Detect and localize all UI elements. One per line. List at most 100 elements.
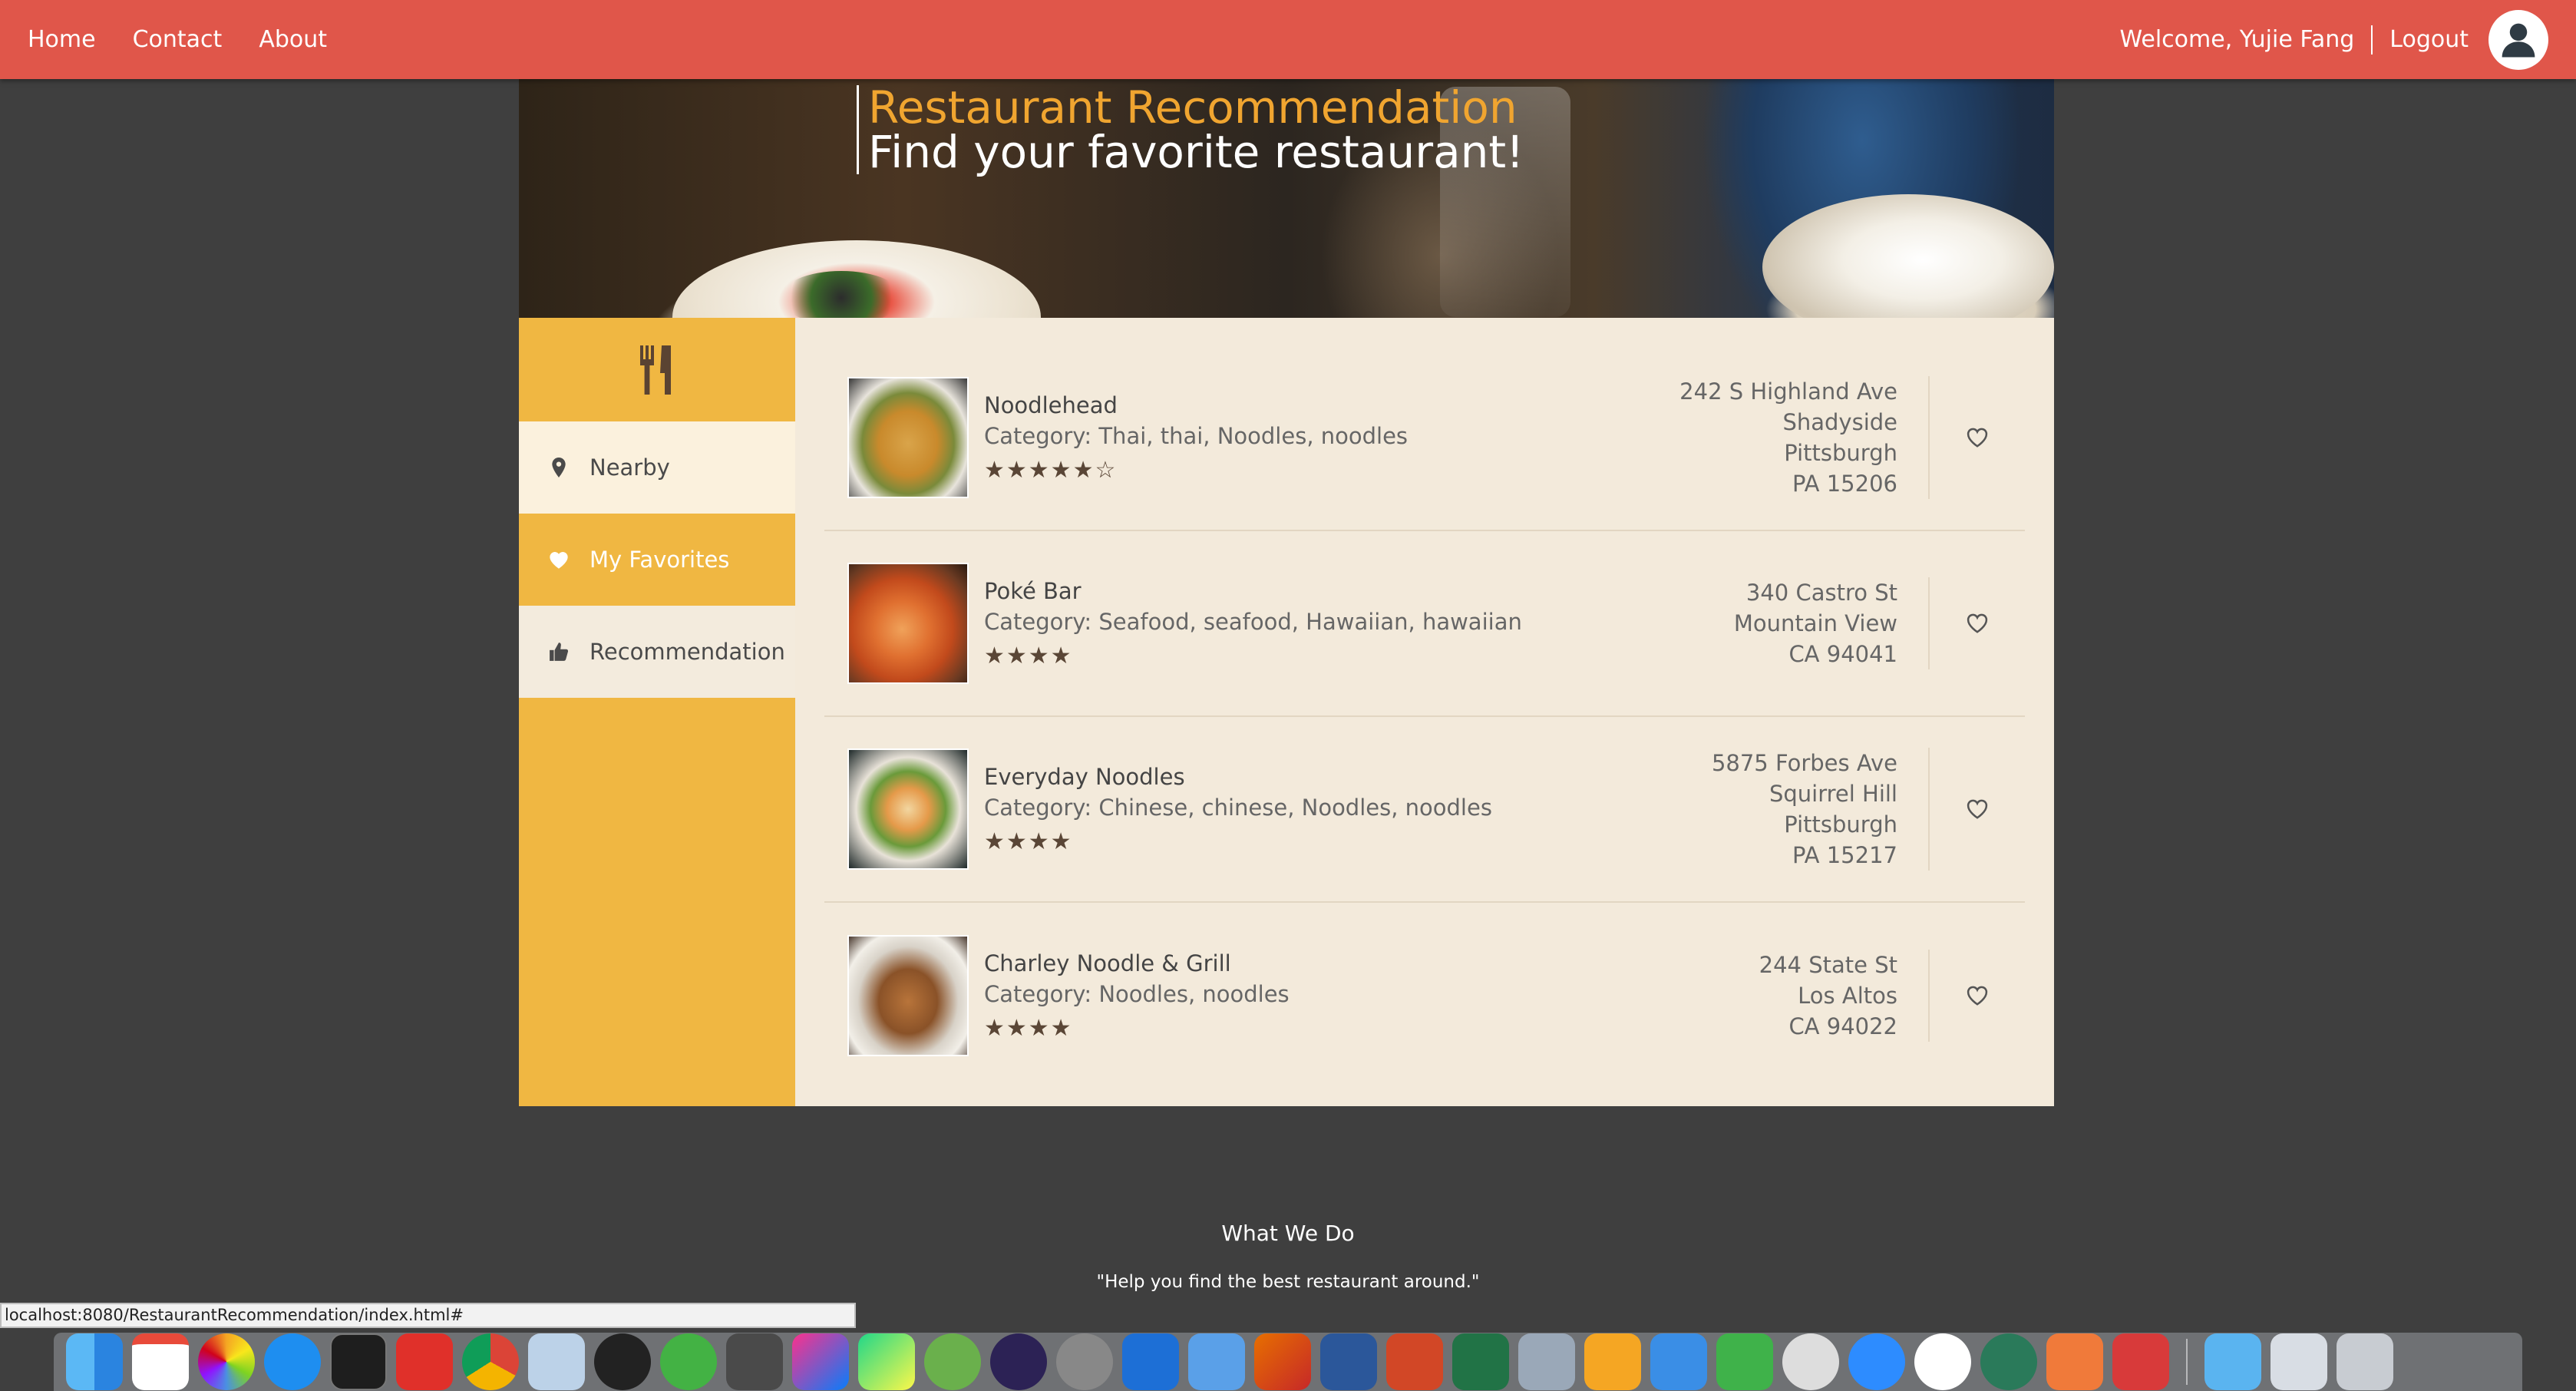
word-icon[interactable] <box>1320 1333 1377 1390</box>
trash-icon[interactable] <box>2337 1333 2393 1390</box>
user-area: Welcome, Yujie Fang Logout <box>2119 9 2548 70</box>
app-store-icon[interactable] <box>264 1333 321 1390</box>
restaurant-category: Category: Noodles, noodles <box>984 980 1290 1007</box>
finder-icon[interactable] <box>66 1333 123 1390</box>
pages-icon[interactable] <box>1584 1333 1641 1390</box>
user-avatar-icon[interactable] <box>2488 9 2548 70</box>
documents-icon[interactable] <box>2271 1333 2327 1390</box>
hero-banner: Restaurant Recommendation Find your favo… <box>519 79 2054 318</box>
restaurant-info: Everyday Noodles Category: Chinese, chin… <box>984 764 1699 855</box>
numbers-icon[interactable] <box>1716 1333 1773 1390</box>
vpn-icon[interactable] <box>2112 1333 2169 1390</box>
address-line: 244 State St <box>1759 952 1897 978</box>
favorite-heart-icon[interactable] <box>1930 427 2025 448</box>
address-line: CA 94022 <box>1788 1013 1897 1039</box>
restaurant-category: Category: Seafood, seafood, Hawaiian, ha… <box>984 608 1522 635</box>
restaurant-address: 340 Castro St Mountain View CA 94041 <box>1699 577 1930 669</box>
address-line: Pittsburgh <box>1784 440 1897 466</box>
address-line: Shadyside <box>1782 409 1897 435</box>
restaurant-address: 5875 Forbes Ave Squirrel Hill Pittsburgh… <box>1699 748 1930 871</box>
sidebar-item-my-favorites[interactable]: My Favorites <box>519 514 795 606</box>
youdao-dict-icon[interactable] <box>396 1333 453 1390</box>
restaurant-info: Charley Noodle & Grill Category: Noodles… <box>984 950 1699 1042</box>
excel-icon[interactable] <box>1452 1333 1509 1390</box>
intellij-icon[interactable] <box>792 1333 849 1390</box>
address-line: Pittsburgh <box>1784 811 1897 838</box>
sidebar-item-recommendation[interactable]: Recommendation <box>519 606 795 698</box>
restaurant-name[interactable]: Charley Noodle & Grill <box>984 950 1699 976</box>
matlab-icon[interactable] <box>1254 1333 1311 1390</box>
zoom-icon[interactable] <box>1848 1333 1905 1390</box>
dock-divider <box>2186 1339 2188 1385</box>
instruments-icon[interactable] <box>2046 1333 2103 1390</box>
address-line: CA 94041 <box>1788 641 1897 667</box>
restaurant-item: Poké Bar Category: Seafood, seafood, Haw… <box>824 531 2025 717</box>
restaurant-address: 244 State St Los Altos CA 94022 <box>1699 950 1930 1042</box>
star-rating: ★★★★★☆ <box>984 456 1118 484</box>
hero-title: Restaurant Recommendation <box>868 81 1518 134</box>
latexit-icon[interactable] <box>1782 1333 1839 1390</box>
welcome-text: Welcome, Yujie Fang <box>2119 26 2355 53</box>
restaurant-name[interactable]: Noodlehead <box>984 392 1679 418</box>
address-line: Squirrel Hill <box>1769 781 1897 807</box>
logout-link[interactable]: Logout <box>2389 26 2469 53</box>
restaurant-name[interactable]: Everyday Noodles <box>984 764 1699 790</box>
nav-divider <box>2371 25 2373 55</box>
favorite-heart-icon[interactable] <box>1930 613 2025 634</box>
restaurant-thumbnail <box>847 935 969 1056</box>
chrome-icon[interactable] <box>462 1333 519 1390</box>
nav-about-link[interactable]: About <box>259 26 327 53</box>
tableplus-icon[interactable] <box>1056 1333 1113 1390</box>
top-navbar: Home Contact About Welcome, Yujie Fang L… <box>0 0 2576 79</box>
restaurant-address: 242 S Highland Ave Shadyside Pittsburgh … <box>1679 376 1930 499</box>
sidebar-item-label: Nearby <box>590 454 670 481</box>
sidebar: Nearby My Favorites Recommendation <box>519 318 795 1106</box>
calendar-icon[interactable] <box>132 1333 189 1390</box>
side-plate-image <box>1762 194 2054 318</box>
sublime-text-icon[interactable] <box>726 1333 783 1390</box>
restaurant-list: Noodlehead Category: Thai, thai, Noodles… <box>795 318 2054 1106</box>
favorite-heart-icon[interactable] <box>1930 985 2025 1006</box>
address-line: PA 15206 <box>1792 471 1897 497</box>
restaurant-thumbnail <box>847 563 969 684</box>
restaurant-info: Poké Bar Category: Seafood, seafood, Haw… <box>984 578 1699 669</box>
address-line: Los Altos <box>1798 983 1897 1009</box>
hero-subtitle: Find your favorite restaurant! <box>868 126 1524 178</box>
thumbs-up-icon <box>548 642 570 662</box>
restaurant-info: Noodlehead Category: Thai, thai, Noodles… <box>984 392 1679 484</box>
nav-contact-link[interactable]: Contact <box>133 26 223 53</box>
star-rating: ★★★★ <box>984 642 1073 669</box>
powerpoint-icon[interactable] <box>1386 1333 1443 1390</box>
wechat-icon[interactable] <box>660 1333 717 1390</box>
itunes-icon[interactable] <box>1914 1333 1971 1390</box>
preview-icon[interactable] <box>528 1333 585 1390</box>
folder-icon[interactable] <box>2204 1333 2261 1390</box>
dock <box>54 1333 2522 1391</box>
photos-icon[interactable] <box>198 1333 255 1390</box>
star-rating: ★★★★ <box>984 828 1073 855</box>
terminal-icon[interactable] <box>330 1333 387 1390</box>
xcode-icon[interactable] <box>1122 1333 1179 1390</box>
restaurant-thumbnail <box>847 748 969 870</box>
sidebar-item-nearby[interactable]: Nearby <box>519 421 795 514</box>
keynote-icon[interactable] <box>1650 1333 1707 1390</box>
eclipse-icon[interactable] <box>990 1333 1047 1390</box>
qq-icon[interactable] <box>594 1333 651 1390</box>
address-line: 242 S Highland Ave <box>1679 378 1897 405</box>
pycharm-icon[interactable] <box>858 1333 915 1390</box>
footer-title: What We Do <box>1221 1221 1355 1246</box>
address-line: Mountain View <box>1733 610 1897 636</box>
footer-text: "Help you find the best restaurant aroun… <box>1096 1272 1480 1292</box>
network-icon[interactable] <box>1980 1333 2037 1390</box>
main-area: Nearby My Favorites Recommendation Noodl… <box>519 318 2054 1106</box>
cutlery-logo-icon <box>519 318 795 421</box>
restaurant-item: Charley Noodle & Grill Category: Noodles… <box>824 903 2025 1089</box>
android-studio-icon[interactable] <box>924 1333 981 1390</box>
nav-home-link[interactable]: Home <box>28 26 96 53</box>
image-capture-icon[interactable] <box>1518 1333 1575 1390</box>
simulator-icon[interactable] <box>1188 1333 1245 1390</box>
address-line: 5875 Forbes Ave <box>1711 750 1897 776</box>
nav-links: Home Contact About <box>28 26 327 53</box>
restaurant-name[interactable]: Poké Bar <box>984 578 1699 604</box>
favorite-heart-icon[interactable] <box>1930 798 2025 820</box>
